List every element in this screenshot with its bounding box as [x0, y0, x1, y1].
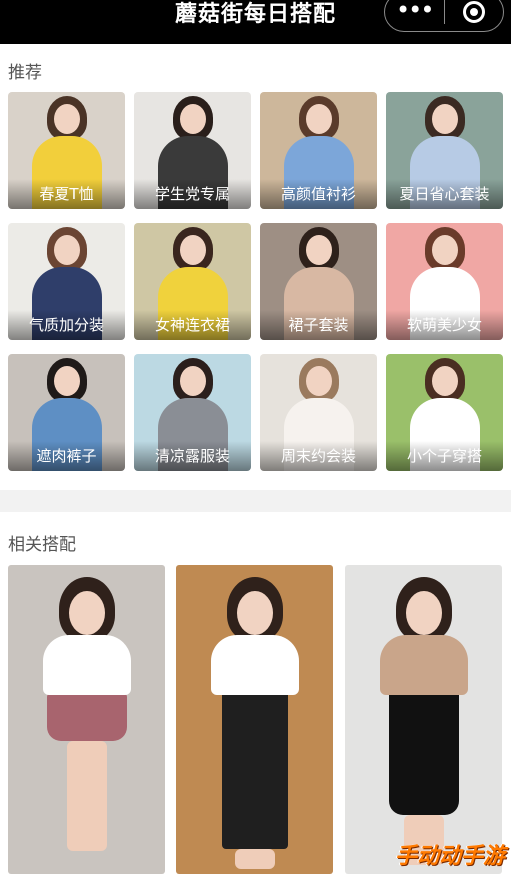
recommend-card[interactable]: 高颜值衬衫	[260, 92, 377, 209]
model-face	[305, 104, 332, 134]
recommend-card[interactable]: 清凉露服装	[134, 354, 251, 471]
model-face	[305, 366, 332, 396]
model-face	[431, 366, 458, 396]
recommend-card[interactable]: 女神连衣裙	[134, 223, 251, 340]
recommend-card-label: 学生党专属	[134, 179, 251, 209]
recommend-card-label: 遮肉裤子	[8, 441, 125, 471]
mini-program-close-icon	[462, 1, 485, 23]
model-face	[179, 235, 206, 265]
close-button[interactable]	[444, 0, 503, 31]
model-face	[53, 366, 80, 396]
model-face	[305, 235, 332, 265]
recommend-card[interactable]: 春夏T恤	[8, 92, 125, 209]
recommend-grid: 春夏T恤 学生党专属 高颜值衬衫 夏日省心套装气质加分装 女神连衣裙 裙子套装 软萌美少女遮…	[8, 92, 503, 471]
recommend-card[interactable]: 遮肉裤子	[8, 354, 125, 471]
model-face	[53, 235, 80, 265]
mini-program-capsule: •••	[384, 0, 504, 32]
model-legs	[66, 741, 107, 851]
related-outfit-card[interactable]	[345, 565, 502, 874]
recommend-card[interactable]: 裙子套装	[260, 223, 377, 340]
recommend-card[interactable]: 小个子穿搭	[386, 354, 503, 471]
recommend-card-label: 女神连衣裙	[134, 310, 251, 340]
recommend-section-title: 推荐	[8, 63, 42, 83]
recommend-card-label: 夏日省心套装	[386, 179, 503, 209]
section-divider	[0, 490, 511, 512]
outfit-bottom	[221, 689, 288, 849]
outfit-bottom	[46, 693, 127, 741]
watermark-logo: 手动动手游	[394, 844, 505, 869]
outfit-top	[379, 635, 468, 695]
more-dots-icon: •••	[396, 0, 434, 24]
recommend-card-label: 气质加分装	[8, 310, 125, 340]
recommend-card-label: 裙子套装	[260, 310, 377, 340]
recommend-card-label: 清凉露服装	[134, 441, 251, 471]
model-face	[236, 591, 273, 635]
recommend-card[interactable]: 气质加分装	[8, 223, 125, 340]
outfit-top	[42, 635, 131, 695]
related-section-title: 相关搭配	[8, 535, 76, 555]
title-bar: 蘑菇街每日搭配 •••	[0, 0, 511, 44]
model-face	[68, 591, 105, 635]
recommend-card-label: 软萌美少女	[386, 310, 503, 340]
recommend-card-label: 小个子穿搭	[386, 441, 503, 471]
model-face	[53, 104, 80, 134]
recommend-card[interactable]: 学生党专属	[134, 92, 251, 209]
model-face	[431, 235, 458, 265]
model-face	[431, 104, 458, 134]
recommend-card[interactable]: 夏日省心套装	[386, 92, 503, 209]
model-face	[405, 591, 442, 635]
related-outfit-card[interactable]	[176, 565, 333, 874]
recommend-card-label: 周末约会装	[260, 441, 377, 471]
recommend-card[interactable]: 周末约会装	[260, 354, 377, 471]
related-outfit-card[interactable]	[8, 565, 165, 874]
more-button[interactable]: •••	[385, 0, 444, 31]
recommend-card[interactable]: 软萌美少女	[386, 223, 503, 340]
model-face	[179, 104, 206, 134]
model-legs	[234, 849, 275, 869]
recommend-card-label: 高颜值衬衫	[260, 179, 377, 209]
model-face	[179, 366, 206, 396]
outfit-top	[210, 635, 299, 695]
recommend-card-label: 春夏T恤	[8, 179, 125, 209]
